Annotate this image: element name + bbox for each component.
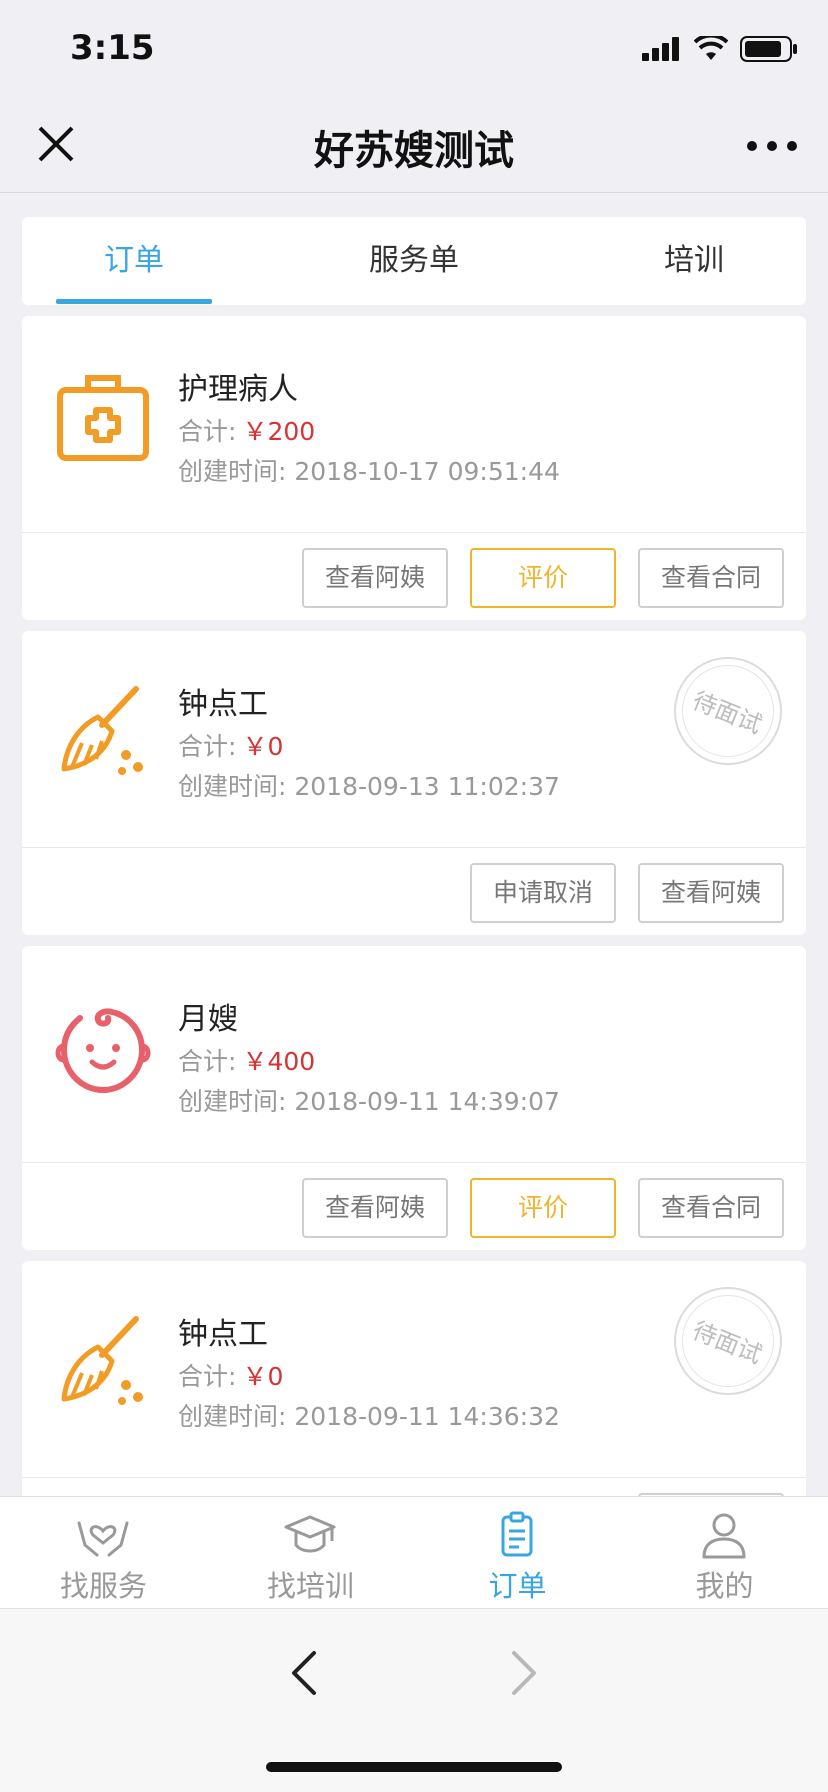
total-label: 合计:	[178, 1362, 237, 1391]
view-aunt-button[interactable]: 查看阿姨	[638, 863, 784, 923]
order-total: 合计: ￥200	[178, 412, 315, 448]
tabbar-label: 找培训	[266, 1569, 354, 1603]
graduation-cap-icon	[284, 1515, 336, 1553]
order-created-time: 创建时间: 2018-10-17 09:51:44	[178, 457, 560, 486]
order-list[interactable]: 护理病人 合计: ￥200 创建时间: 2018-10-17 09:51:44 查…	[22, 316, 806, 1496]
back-arrow-icon[interactable]	[286, 1645, 322, 1701]
bottom-tab-bar: 找服务 找培训 订单 我的	[0, 1496, 828, 1608]
forward-arrow-icon[interactable]	[506, 1645, 542, 1701]
view-aunt-button[interactable]: 查看阿姨	[302, 548, 448, 608]
status-time: 3:15	[70, 28, 155, 68]
battery-icon	[740, 36, 797, 62]
tabbar-label: 我的	[695, 1569, 754, 1603]
review-button[interactable]: 评价	[470, 548, 616, 608]
more-icon[interactable]	[746, 136, 798, 156]
status-stamp: 待面试	[674, 1287, 782, 1395]
request-cancel-button[interactable]: 申请取消	[470, 863, 616, 923]
view-contract-button[interactable]: 查看合同	[638, 1178, 784, 1238]
nav-bar: 好苏嫂测试	[0, 100, 828, 193]
tabbar-label: 订单	[488, 1569, 547, 1603]
order-created-time: 创建时间: 2018-09-13 11:02:37	[178, 772, 560, 801]
review-button[interactable]: 评价	[470, 1178, 616, 1238]
status-stamp: 待面试	[674, 657, 782, 765]
tab-training[interactable]: 培训	[616, 217, 772, 305]
order-total: 合计: ￥0	[178, 1357, 283, 1393]
order-title: 钟点工	[178, 687, 268, 722]
order-card[interactable]: 钟点工 合计: ￥0 创建时间: 2018-09-13 11:02:37 待面试 …	[22, 631, 806, 935]
tabbar-find-training[interactable]: 找培训	[207, 1497, 414, 1609]
total-label: 合计:	[178, 732, 237, 761]
status-icons	[642, 36, 798, 62]
view-aunt-button[interactable]: 查看阿姨	[302, 1178, 448, 1238]
tabbar-label: 找服务	[59, 1569, 147, 1603]
order-price: ￥400	[242, 1047, 316, 1076]
medical-kit-icon	[57, 375, 149, 461]
order-created-time: 创建时间: 2018-09-11 14:36:32	[178, 1402, 560, 1431]
home-indicator	[266, 1762, 562, 1772]
tabbar-mine[interactable]: 我的	[621, 1497, 828, 1609]
wifi-icon	[694, 36, 728, 60]
page-title: 好苏嫂测试	[314, 128, 514, 174]
order-price: ￥0	[242, 1362, 284, 1391]
total-label: 合计:	[178, 1047, 237, 1076]
broom-icon	[61, 686, 143, 775]
top-tabs: 订单 服务单 培训	[22, 217, 806, 305]
order-card[interactable]: 钟点工 合计: ￥0 创建时间: 2018-09-11 14:36:32 待面试	[22, 1261, 806, 1496]
cellular-signal-icon	[642, 37, 679, 61]
user-icon	[702, 1513, 746, 1559]
divider	[22, 1162, 806, 1163]
divider	[22, 532, 806, 533]
tab-service-orders[interactable]: 服务单	[336, 217, 492, 305]
total-label: 合计:	[178, 417, 237, 446]
order-title: 月嫂	[178, 1002, 238, 1037]
order-price: ￥200	[242, 417, 316, 446]
order-card[interactable]: 月嫂 合计: ￥400 创建时间: 2018-09-11 14:39:07 查看阿…	[22, 946, 806, 1250]
tabbar-find-service[interactable]: 找服务	[0, 1497, 207, 1609]
view-contract-button[interactable]: 查看合同	[638, 548, 784, 608]
broom-icon	[61, 1316, 143, 1405]
tab-underline	[56, 299, 212, 304]
tab-orders[interactable]: 订单	[56, 217, 212, 305]
order-total: 合计: ￥0	[178, 727, 283, 763]
baby-face-icon	[55, 1008, 151, 1094]
order-card[interactable]: 护理病人 合计: ￥200 创建时间: 2018-10-17 09:51:44 查…	[22, 316, 806, 620]
divider	[22, 1477, 806, 1478]
order-created-time: 创建时间: 2018-09-11 14:39:07	[178, 1087, 560, 1116]
tabbar-orders[interactable]: 订单	[414, 1497, 621, 1609]
order-total: 合计: ￥400	[178, 1042, 315, 1078]
heart-hands-icon	[77, 1521, 129, 1557]
divider	[22, 847, 806, 848]
order-title: 钟点工	[178, 1317, 268, 1352]
order-title: 护理病人	[178, 372, 298, 407]
order-price: ￥0	[242, 732, 284, 761]
status-bar: 3:15	[0, 0, 828, 100]
clipboard-icon	[501, 1511, 533, 1557]
